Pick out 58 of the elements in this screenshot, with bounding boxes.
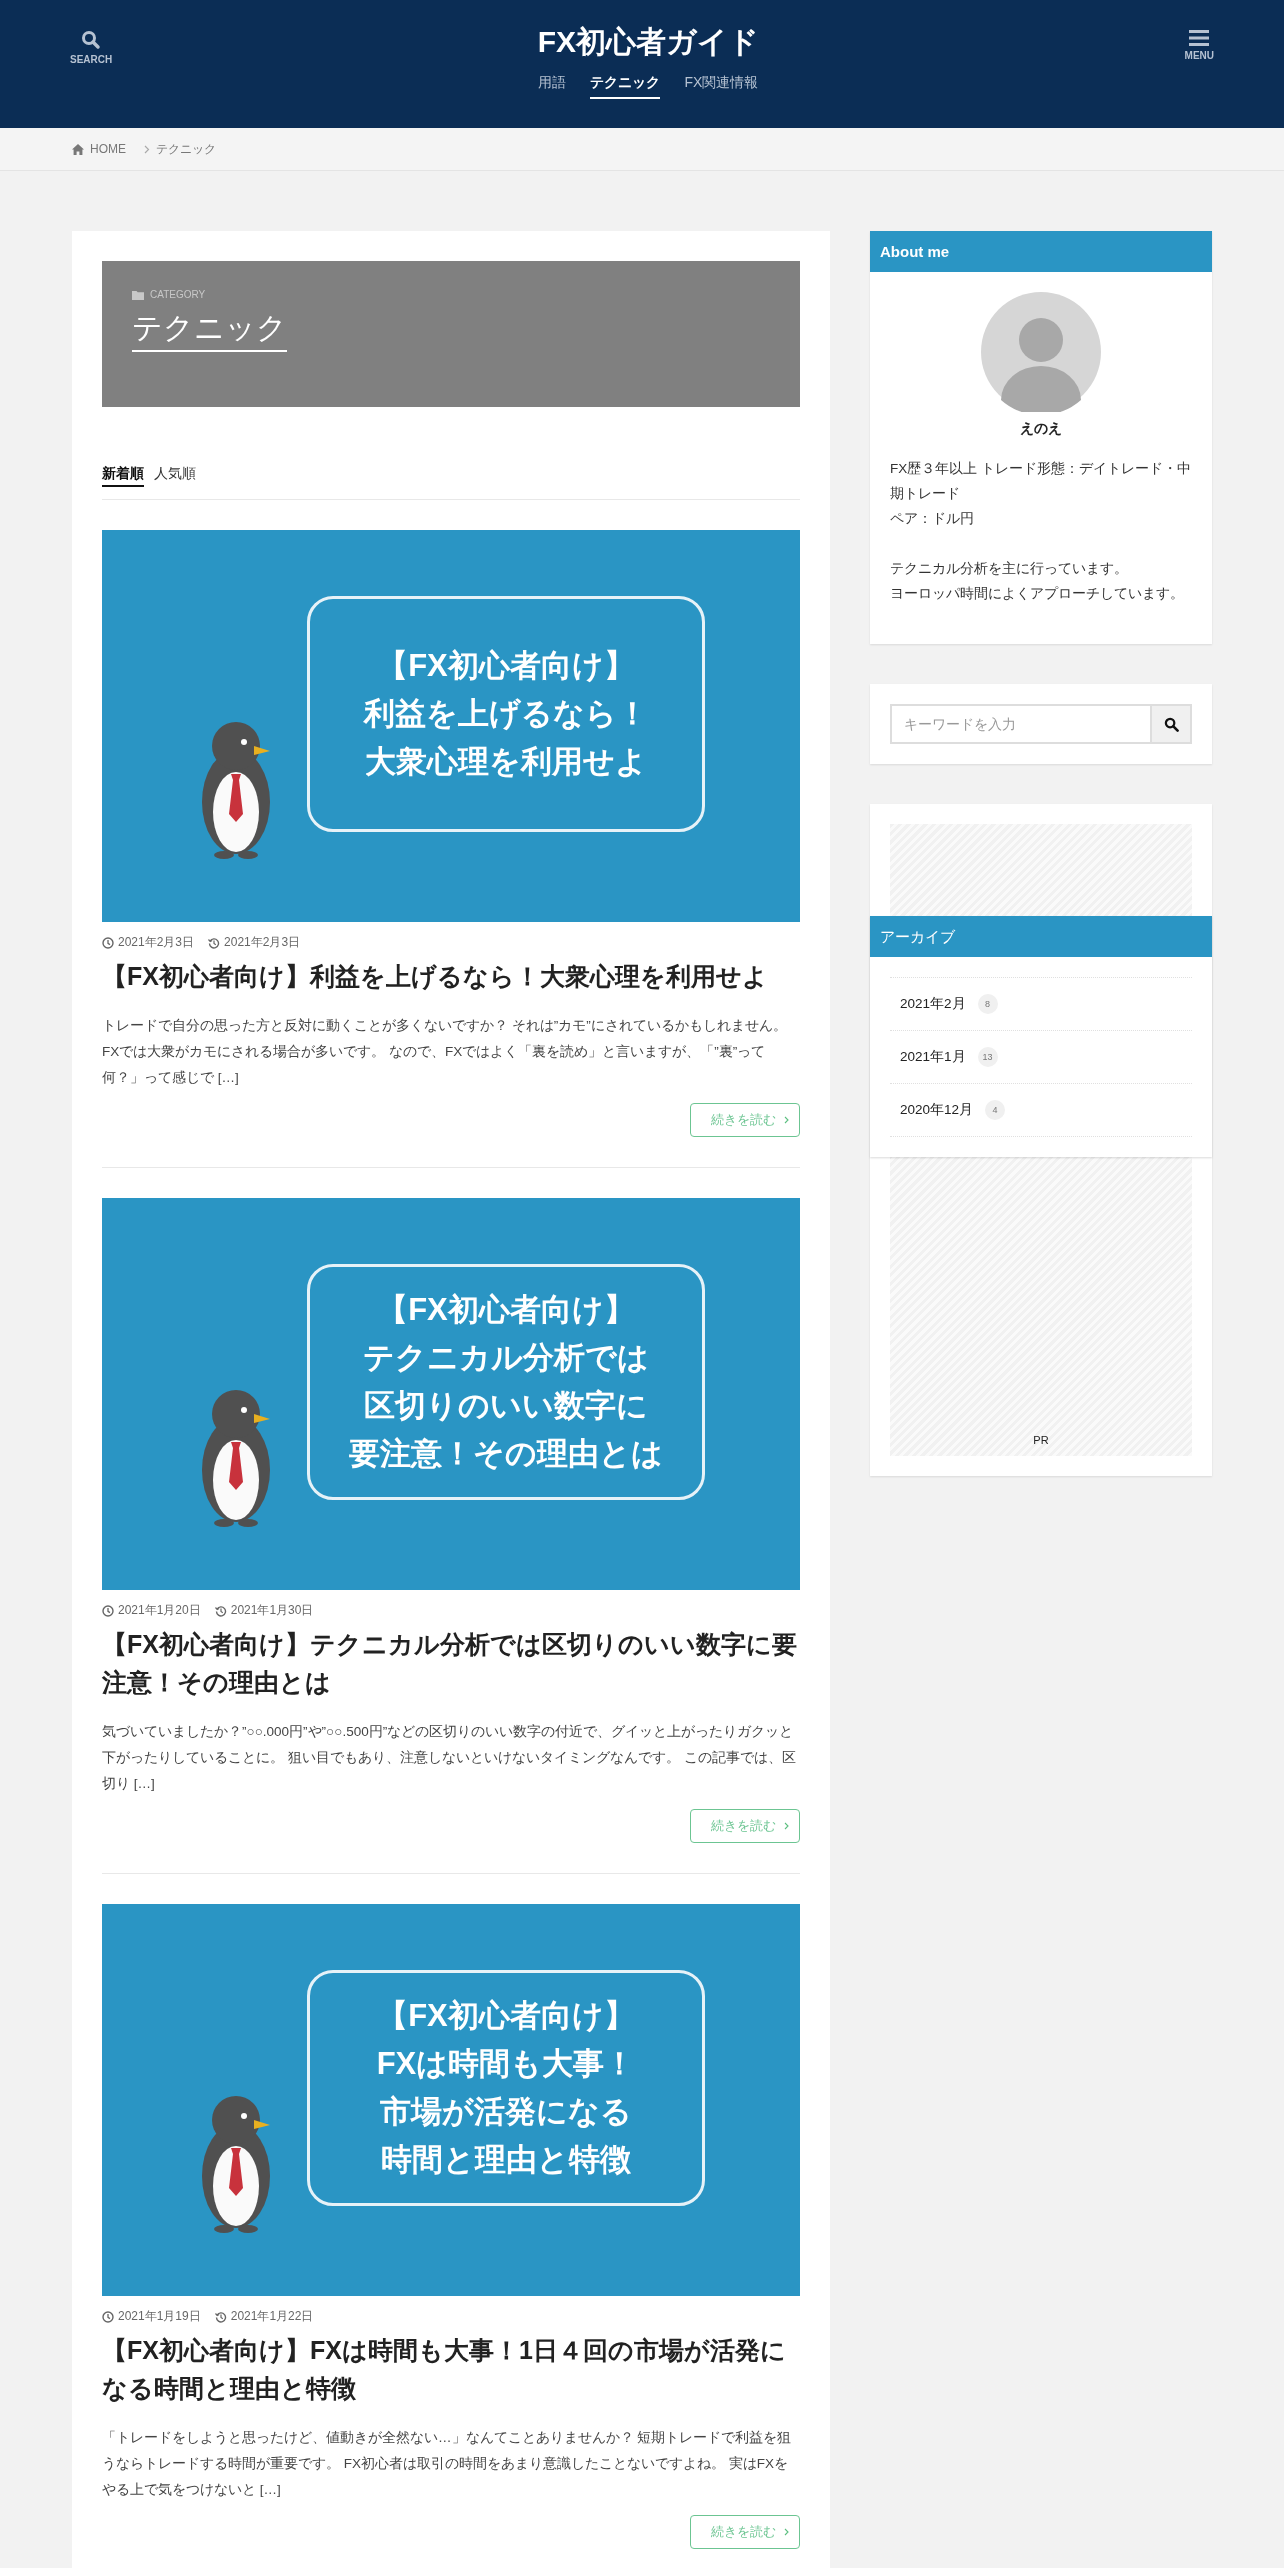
sort-tab[interactable]: 人気順	[154, 465, 196, 487]
archive-link[interactable]: 2020年12月	[900, 1101, 974, 1119]
published-date: 2021年1月20日	[118, 1602, 201, 1619]
updated-date: 2021年1月22日	[230, 2308, 314, 2325]
search-button[interactable]	[1150, 706, 1190, 742]
post-count: 4	[985, 1100, 1006, 1120]
archive-link[interactable]: 2021年1月	[900, 1048, 966, 1066]
category-title: テクニック	[132, 310, 287, 352]
history-icon	[214, 1604, 227, 1617]
archive-link[interactable]: 2021年2月	[900, 995, 966, 1013]
ad-label: PR	[1033, 1434, 1049, 1446]
chevron-icon	[144, 144, 150, 154]
search-icon	[81, 30, 102, 50]
widget-heading: アーカイブ	[870, 916, 1212, 957]
author-bio-line: ヨーロッパ時間によくアプローチしています。	[890, 585, 1185, 603]
history-icon	[214, 2310, 227, 2323]
chevron-icon	[784, 1822, 789, 1830]
breadcrumb-link[interactable]: テクニック	[156, 140, 216, 158]
speech-bubble: 【FX初心者向け】 FXは時間も大事！ 市場が活発になる 時間と理由と特徴	[307, 1970, 705, 2206]
search-field[interactable]: キーワードを入力	[890, 704, 1192, 744]
author-bio-line: テクニカル分析を主に行っています。	[890, 560, 1129, 578]
updated-date: 2021年2月3日	[224, 934, 301, 951]
post-count: 8	[977, 994, 998, 1014]
nav-link[interactable]: FX関連情報	[684, 74, 759, 99]
site-title[interactable]: FX初心者ガイド	[537, 22, 760, 62]
article-title[interactable]: 【FX初心者向け】テクニカル分析では区切りのいい数字に要注意！その理由とは	[102, 1625, 800, 1701]
clock-icon	[102, 1604, 114, 1617]
author-bio-line: ペア：ドル円	[890, 510, 975, 528]
search-button[interactable]: SEARCH	[70, 30, 113, 65]
history-icon	[208, 936, 221, 949]
clock-icon	[102, 936, 114, 949]
clock-icon	[102, 2310, 114, 2323]
article-excerpt: 「トレードをしようと思ったけど、値動きが全然ない…」なんてことありませんか？ 短期トレードで利益を狙うならトレードする時間が重要です。 FX初心者は取引の時間をあまり意識したことないですよね。 実はFXをやる上で気をつけないと […]	[102, 2429, 793, 2499]
author-bio-line: FX歴３年以上 トレード形態：デイトレード・中期トレード	[890, 460, 1192, 503]
article-title[interactable]: 【FX初心者向け】FXは時間も大事！1日４回の市場が活発になる時間と理由と特徴	[102, 2331, 800, 2407]
menu-icon	[1189, 30, 1210, 46]
updated-date: 2021年1月30日	[230, 1602, 314, 1619]
published-date: 2021年2月3日	[118, 934, 195, 951]
post-count: 13	[977, 1047, 998, 1067]
author-name: えのえ	[1020, 420, 1062, 438]
breadcrumb-link[interactable]: HOME	[90, 142, 126, 156]
nav-link[interactable]: テクニック	[590, 74, 661, 99]
home-icon	[72, 143, 84, 155]
search-icon	[1163, 716, 1179, 732]
nav-link[interactable]: 用語	[538, 74, 567, 99]
chevron-icon	[784, 1116, 789, 1124]
widget-heading: About me	[870, 231, 1212, 272]
category-label: CATEGORY	[150, 289, 206, 300]
published-date: 2021年1月19日	[118, 2308, 201, 2325]
menu-button[interactable]: MENU	[1184, 30, 1214, 61]
speech-bubble: 【FX初心者向け】 テクニカル分析では 区切りのいい数字に 要注意！その理由とは	[307, 1264, 705, 1500]
sort-tab[interactable]: 新着順	[102, 465, 144, 487]
article-excerpt: トレードで自分の思った方と反対に動くことが多くないですか？ それは”カモ”にされているかもしれません。 FXでは大衆がカモにされる場合が多いです。 なので、FXではよく「裏を読め」と言いますが、「”裏”って何？」って感じで […]	[102, 1017, 788, 1087]
article-title[interactable]: 【FX初心者向け】利益を上げるなら！大衆心理を利用せよ	[102, 957, 800, 995]
chevron-icon	[784, 2528, 789, 2536]
folder-icon	[132, 289, 144, 300]
speech-bubble: 【FX初心者向け】 利益を上げるなら！ 大衆心理を利用せよ	[307, 596, 705, 832]
article-excerpt: 気づいていましたか？”○○.000円”や”○○.500円”などの区切りのいい数字の付近で、グイッと上がったりガクッと下がったりしていることに。 狙い目でもあり、注意しないといけないタイミングなんです。 この記事では、区切り […]	[102, 1723, 797, 1793]
